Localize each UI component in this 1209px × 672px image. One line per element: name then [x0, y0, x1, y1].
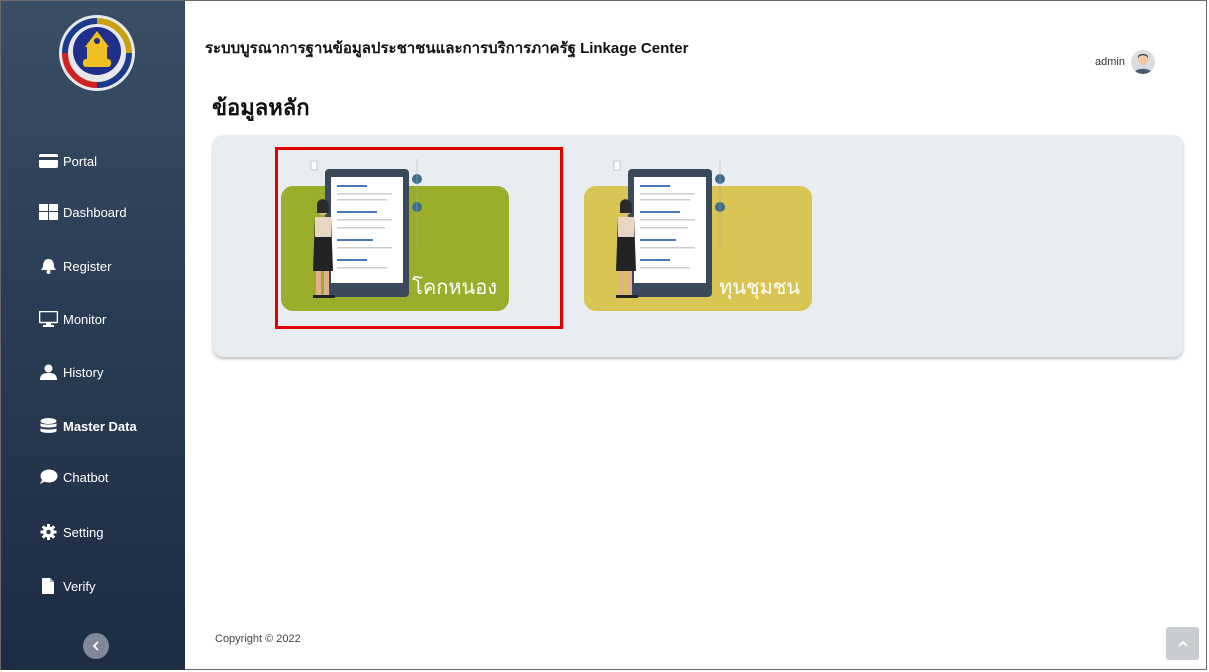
- sidebar-item-label: Verify: [63, 578, 96, 594]
- card-icon: [39, 154, 58, 168]
- grid-icon: [39, 204, 58, 220]
- main-content: ระบบบูรณาการฐานข้อมูลประชาชนและการบริการ…: [185, 0, 1207, 670]
- master-data-panel: โคกหนอง ทุนชุมชน: [213, 135, 1183, 357]
- chat-icon: [40, 469, 58, 484]
- scroll-to-top-button[interactable]: [1166, 627, 1199, 660]
- sidebar-item-portal[interactable]: Portal: [39, 146, 97, 176]
- database-icon: [40, 418, 57, 433]
- sidebar-item-label: Monitor: [63, 311, 107, 327]
- sidebar-item-label: Portal: [63, 153, 97, 169]
- sidebar-item-history[interactable]: History: [39, 357, 103, 387]
- sidebar-item-label: Register: [63, 258, 112, 274]
- sidebar-item-label: Setting: [63, 524, 104, 540]
- sidebar-item-verify[interactable]: Verify: [39, 571, 96, 601]
- sidebar-item-label: Master Data: [63, 418, 137, 434]
- sidebar-item-master-data[interactable]: Master Data: [39, 411, 137, 441]
- bell-icon: [41, 259, 56, 274]
- user-menu[interactable]: admin: [1095, 50, 1155, 74]
- sidebar-item-label: History: [63, 364, 104, 380]
- footer-copyright: Copyright © 2022: [215, 633, 301, 645]
- user-avatar-icon: [1134, 54, 1152, 74]
- sidebar-item-setting[interactable]: Setting: [39, 517, 103, 547]
- user-name: admin: [1095, 56, 1125, 68]
- document-illustration: [310, 159, 422, 298]
- sidebar-item-register[interactable]: Register: [39, 251, 111, 281]
- system-title: ระบบบูรณาการฐานข้อมูลประชาชนและการบริการ…: [205, 40, 689, 57]
- chevron-left-icon: [92, 641, 99, 651]
- sidebar-item-dashboard[interactable]: Dashboard: [39, 197, 127, 227]
- logo: [59, 15, 135, 91]
- cog-icon: [40, 524, 57, 540]
- sidebar-item-chatbot[interactable]: Chatbot: [39, 462, 109, 492]
- document-illustration: [613, 159, 725, 298]
- sidebar-item-label: Chatbot: [63, 469, 109, 485]
- file-icon: [42, 578, 54, 594]
- monitor-icon: [39, 311, 58, 327]
- sidebar-item-monitor[interactable]: Monitor: [39, 304, 106, 334]
- sidebar: Portal Dashboard Register Monitor Histor…: [1, 1, 185, 670]
- avatar[interactable]: [1131, 50, 1155, 74]
- user-icon: [40, 364, 57, 380]
- page-title: ข้อมูลหลัก: [212, 95, 310, 120]
- sidebar-item-label: Dashboard: [63, 204, 127, 220]
- sidebar-collapse-button[interactable]: [83, 633, 109, 659]
- chevron-up-icon: [1177, 640, 1188, 647]
